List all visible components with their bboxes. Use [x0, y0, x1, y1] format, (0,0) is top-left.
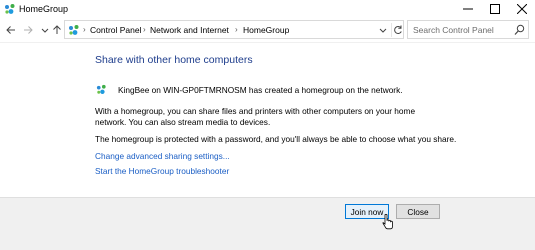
back-button[interactable]: [5, 23, 17, 37]
navigation-bar: › Control Panel › Network and Internet ›…: [0, 19, 535, 41]
refresh-button[interactable]: [391, 23, 403, 37]
recent-locations-button[interactable]: [39, 23, 51, 37]
back-arrow-icon: [6, 26, 15, 34]
homegroup-description: With a homegroup, you can share files an…: [95, 106, 416, 127]
advanced-sharing-link[interactable]: Change advanced sharing settings...: [95, 151, 230, 161]
homegroup-window: HomeGroup › Control Panel › Network and …: [0, 0, 535, 250]
minimize-button[interactable]: [454, 0, 481, 18]
breadcrumb-network-and-internet[interactable]: Network and Internet: [150, 25, 229, 35]
button-bar: Join now Close: [0, 197, 535, 250]
homegroup-icon: [96, 84, 106, 94]
maximize-icon: [489, 4, 500, 14]
address-bar[interactable]: › Control Panel › Network and Internet ›…: [64, 20, 404, 39]
search-icon[interactable]: [514, 24, 525, 36]
mouse-pointer-icon: [382, 214, 393, 230]
address-history-button[interactable]: [377, 24, 389, 36]
close-icon: [516, 4, 527, 14]
refresh-icon: [394, 25, 402, 34]
up-arrow-icon: [53, 25, 61, 34]
chevron-down-icon: [379, 28, 387, 33]
breadcrumb-homegroup[interactable]: HomeGroup: [243, 25, 289, 35]
search-placeholder: Search Control Panel: [413, 25, 494, 35]
forward-button[interactable]: [22, 23, 34, 37]
close-button[interactable]: Close: [396, 204, 440, 219]
troubleshooter-link[interactable]: Start the HomeGroup troubleshooter: [95, 166, 229, 176]
title-bar[interactable]: HomeGroup: [0, 0, 535, 18]
main-content: Share with other home computers KingBee …: [0, 42, 535, 197]
forward-arrow-icon: [24, 26, 33, 34]
search-input[interactable]: Search Control Panel: [407, 20, 529, 39]
page-title: Share with other home computers: [95, 54, 253, 66]
window-title: HomeGroup: [19, 4, 69, 14]
breadcrumb-separator-icon[interactable]: ›: [235, 25, 238, 34]
maximize-button[interactable]: [481, 0, 508, 18]
up-button[interactable]: [51, 23, 63, 37]
minimize-icon: [462, 8, 473, 10]
breadcrumb-separator-icon[interactable]: ›: [143, 25, 146, 34]
chevron-down-icon: [41, 28, 49, 33]
homegroup-icon: [69, 25, 79, 35]
homegroup-created-message: KingBee on WIN-GP0FTMRNOSM has created a…: [118, 85, 403, 95]
homegroup-icon: [5, 4, 15, 14]
breadcrumb-control-panel[interactable]: Control Panel: [90, 25, 142, 35]
password-note: The homegroup is protected with a passwo…: [95, 134, 457, 144]
close-window-button[interactable]: [508, 0, 535, 18]
breadcrumb-separator-icon[interactable]: ›: [83, 25, 86, 34]
